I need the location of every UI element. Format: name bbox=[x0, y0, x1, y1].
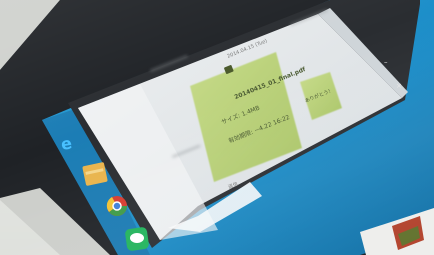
send-label[interactable]: 送信 bbox=[227, 180, 239, 190]
attachment-file-name[interactable]: 20140415_01_final.pdf bbox=[233, 66, 306, 101]
date-separator: 2014.04.15 (Tue) bbox=[226, 38, 269, 60]
chat-text-layer: 2014.04.15 (Tue) 20140415_01_final.pdf サ… bbox=[0, 0, 434, 255]
reply-bubble-text: ありがとう！ bbox=[304, 87, 335, 105]
photo-scene: – × e 2014.04.15 (Tue) 20140415_01_final… bbox=[0, 0, 434, 255]
attachment-size: サイズ: 1.4MB bbox=[220, 104, 261, 127]
